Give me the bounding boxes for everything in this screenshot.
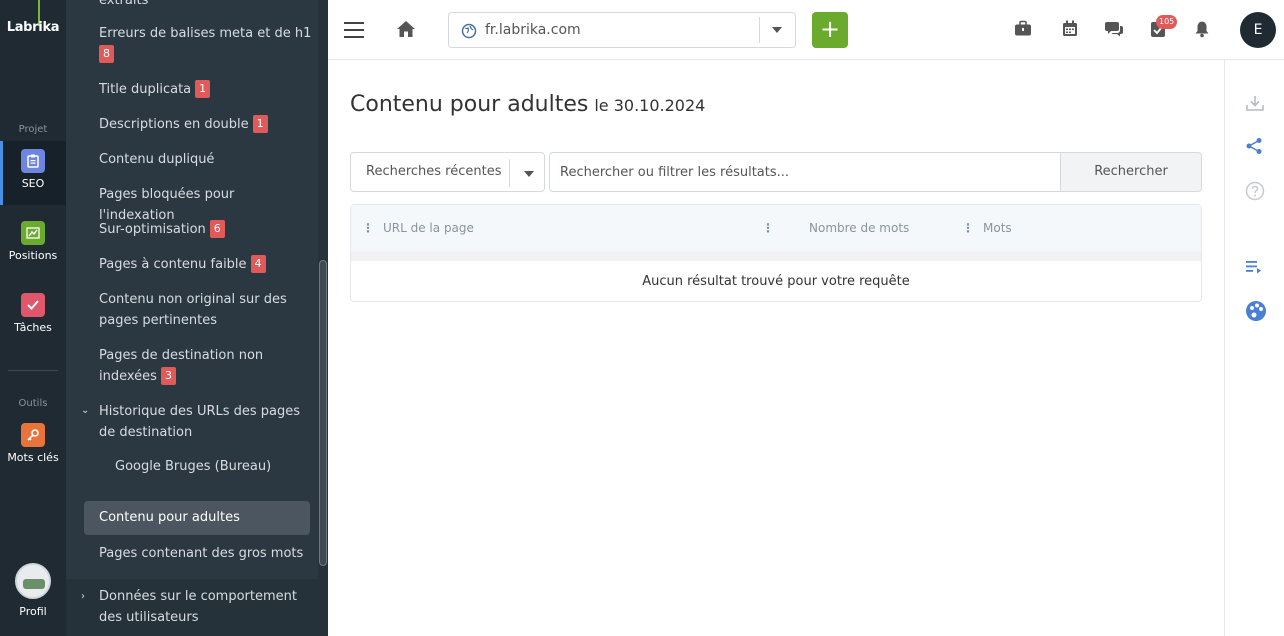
check-icon (21, 293, 45, 317)
rail-section-tools: Outils (18, 398, 48, 409)
top-bar: fr.labrika.com + 105 E (328, 0, 1284, 60)
add-project-button[interactable]: + (812, 12, 848, 48)
caret-down-icon[interactable] (524, 171, 534, 177)
sidebar-item-label: Title duplicata (99, 82, 192, 97)
sidebar-item-contenu-faible[interactable]: Pages à contenu faible 4 (99, 254, 313, 275)
count-badge: 8 (99, 45, 114, 63)
section-sidebar: extraits Erreurs de balises meta et de h… (66, 0, 328, 636)
sidebar-footer: › Données sur le comportement des utilis… (66, 579, 318, 636)
rail-label-taches: Tâches (14, 321, 52, 334)
user-avatar[interactable]: E (1240, 12, 1276, 48)
rail-item-taches[interactable]: Tâches (0, 285, 66, 349)
sidebar-item-gros-mots[interactable]: Pages contenant des gros mots (99, 543, 313, 564)
column-menu-icon[interactable]: ⋮ (962, 221, 974, 235)
help-icon[interactable] (1245, 181, 1265, 205)
page-date: le 30.10.2024 (594, 96, 706, 115)
sidebar-item-label: Pages à contenu faible (99, 257, 247, 272)
rail-divider (8, 370, 58, 371)
sidebar-item-active[interactable]: Contenu pour adultes (84, 501, 310, 535)
page-title-text: Contenu pour adultes (350, 92, 589, 117)
count-badge: 3 (160, 367, 176, 385)
sidebar-item-contenu-non-original[interactable]: Contenu non original sur des pages perti… (99, 289, 313, 331)
right-tool-rail (1224, 60, 1284, 636)
column-menu-icon[interactable]: ⋮ (762, 221, 774, 235)
sidebar-item-label: Sur-optimisation (99, 222, 206, 237)
column-menu-icon[interactable]: ⋮ (362, 221, 374, 235)
column-header-url[interactable]: URL de la page (383, 221, 474, 235)
chart-icon (21, 221, 45, 245)
notification-count-badge: 105 (1156, 15, 1178, 29)
briefcase-icon[interactable] (1014, 20, 1032, 41)
caret-down-icon[interactable] (772, 27, 782, 33)
key-icon (21, 423, 45, 447)
rail-item-mots-cles[interactable]: Mots clés (0, 415, 66, 479)
table-body-stripe (351, 251, 1201, 261)
rail-section-project: Projet (18, 124, 48, 135)
search-button[interactable]: Rechercher (1060, 152, 1202, 192)
sidebar-item-contenu-duplique[interactable]: Contenu dupliqué (99, 149, 313, 170)
count-badge: 4 (250, 255, 266, 273)
sidebar-item-label: Contenu non original sur des pages perti… (99, 292, 287, 328)
menu-icon[interactable] (344, 22, 364, 43)
search-input[interactable] (549, 152, 1061, 192)
sidebar-item-extraits[interactable]: extraits (99, 0, 313, 11)
table-header: ⋮ URL de la page ⋮ Nombre de mots ⋮ Mots (351, 205, 1201, 251)
select-divider (759, 17, 760, 43)
main-rail: Labrika Projet SEO Positions Tâches Outi… (0, 0, 66, 636)
sidebar-scrollbar-thumb[interactable] (319, 260, 327, 566)
rail-label-profile: Profil (19, 605, 47, 618)
rail-item-profile[interactable]: Profil (0, 563, 66, 633)
clipboard-icon (21, 149, 45, 173)
domain-value: fr.labrika.com (485, 22, 581, 38)
rail-label-seo: SEO (21, 177, 45, 190)
share-icon[interactable] (1245, 137, 1263, 159)
list-settings-icon[interactable] (1245, 259, 1263, 279)
rail-item-seo[interactable]: SEO (0, 141, 66, 205)
home-icon[interactable] (396, 20, 416, 42)
results-table: ⋮ URL de la page ⋮ Nombre de mots ⋮ Mots… (350, 204, 1202, 302)
chevron-down-icon: ⌄ (81, 405, 90, 416)
bell-icon[interactable] (1194, 20, 1210, 42)
sidebar-item-meta-h1[interactable]: Erreurs de balises meta et de h1 8 (99, 23, 313, 65)
chevron-right-icon: › (81, 591, 85, 602)
domain-select[interactable]: fr.labrika.com (448, 12, 796, 48)
sidebar-item-label: Pages de destination non indexées (99, 348, 264, 384)
palette-icon[interactable] (1245, 300, 1267, 326)
rail-label-mots-cles: Mots clés (7, 451, 59, 464)
sidebar-item-label: Erreurs de balises meta et de h1 (99, 26, 312, 41)
download-icon[interactable] (1245, 94, 1265, 116)
sidebar-group-comportement[interactable]: Données sur le comportement des utilisat… (99, 586, 313, 628)
sidebar-item-descriptions[interactable]: Descriptions en double 1 (99, 114, 313, 135)
count-badge: 6 (209, 220, 225, 238)
count-badge: 1 (195, 80, 211, 98)
select-divider (509, 159, 510, 187)
sidebar-item-non-indexees[interactable]: Pages de destination non indexées 3 (99, 345, 313, 387)
recent-searches-select[interactable]: Recherches récentes (350, 152, 545, 192)
app-logo[interactable]: Labrika (0, 20, 66, 35)
sidebar-item-sur-optimisation[interactable]: Sur-optimisation 6 (99, 219, 313, 240)
sidebar-item-title-duplicata[interactable]: Title duplicata 1 (99, 79, 313, 100)
recent-searches-label: Recherches récentes (366, 164, 502, 179)
count-badge: 1 (252, 115, 268, 133)
profile-avatar (15, 563, 51, 599)
empty-results-message: Aucun résultat trouvé pour votre requête (642, 274, 910, 289)
globe-icon (461, 23, 477, 43)
sidebar-group-historique[interactable]: Historique des URLs des pages de destina… (99, 401, 313, 443)
sidebar-subitem-google-bruges[interactable]: Google Bruges (Bureau) (115, 459, 271, 474)
column-header-word-count[interactable]: Nombre de mots (809, 221, 909, 235)
rail-item-positions[interactable]: Positions (0, 213, 66, 277)
calendar-icon[interactable] (1062, 20, 1078, 41)
sidebar-item-label: Descriptions en double (99, 117, 249, 132)
page-title: Contenu pour adultes le 30.10.2024 (350, 92, 705, 117)
column-header-words[interactable]: Mots (983, 221, 1012, 235)
rail-label-positions: Positions (8, 249, 58, 262)
chat-icon[interactable] (1104, 20, 1124, 42)
sidebar-item-label: Pages bloquées pour l'indexation (99, 187, 235, 223)
sidebar-item-label: Contenu dupliqué (99, 152, 215, 167)
